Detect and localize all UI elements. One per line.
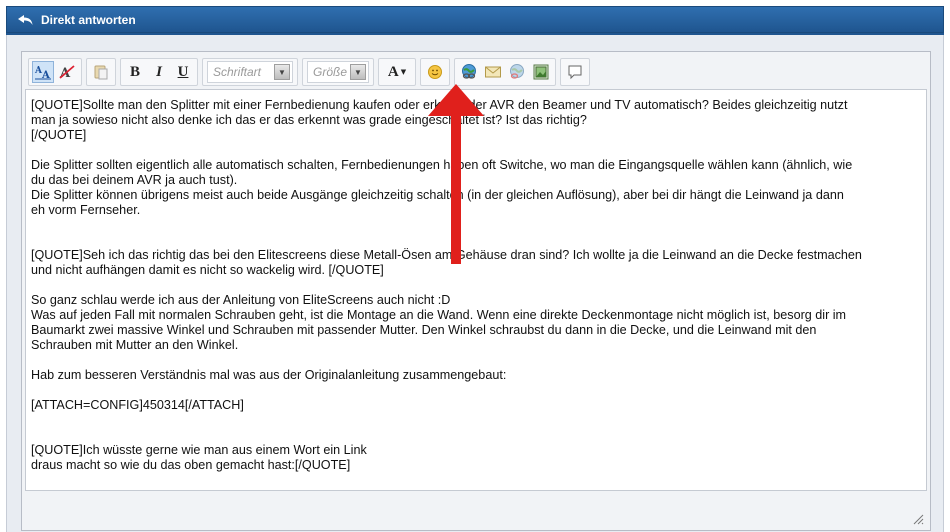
remove-format-icon: A	[59, 65, 75, 81]
italic-button[interactable]: I	[148, 61, 170, 83]
image-icon	[533, 64, 549, 80]
quote-group	[560, 58, 590, 86]
font-family-value: Schriftart	[213, 65, 262, 79]
insert-image-button[interactable]	[530, 61, 552, 83]
message-line: und nicht aufhängen damit es nicht so wa…	[31, 263, 384, 277]
font-color-label: A	[387, 63, 399, 80]
insert-quote-button[interactable]	[564, 61, 586, 83]
message-line	[31, 413, 922, 428]
wysiwyg-mode-button[interactable]: A A	[32, 61, 54, 83]
paste-button[interactable]	[90, 61, 112, 83]
chevron-down-icon: ▼	[400, 68, 407, 76]
font-group: Schriftart ▼	[202, 58, 298, 86]
message-line: Baumarkt zwei massive Winkel und Schraub…	[31, 323, 817, 337]
remove-format-button[interactable]: A	[56, 61, 78, 83]
reply-header: Direkt antworten	[6, 6, 944, 33]
header-title: Direkt antworten	[41, 12, 136, 27]
insert-email-button[interactable]	[482, 61, 504, 83]
font-size-select[interactable]: Größe ▼	[307, 61, 369, 83]
message-line	[31, 278, 922, 293]
clipboard-icon	[94, 65, 108, 80]
smilie-button[interactable]	[424, 61, 446, 83]
message-line	[31, 353, 922, 368]
reply-arrow-icon	[17, 13, 35, 27]
chevron-down-icon: ▼	[350, 64, 366, 80]
message-line	[31, 383, 922, 398]
wysiwyg-icon: A A	[34, 66, 51, 81]
text-style-group: B I U	[120, 58, 198, 86]
resize-handle-icon[interactable]	[912, 512, 924, 525]
editor-toolbar: A A A	[28, 57, 594, 87]
message-line	[31, 428, 922, 443]
message-line: Was auf jeden Fall mit normalen Schraube…	[31, 308, 847, 322]
font-color-button[interactable]: A ▼	[382, 61, 412, 83]
bold-button[interactable]: B	[124, 61, 146, 83]
speech-bubble-icon	[568, 65, 582, 80]
size-group: Größe ▼	[302, 58, 374, 86]
smiley-icon	[428, 65, 442, 79]
font-size-value: Größe	[313, 65, 348, 79]
chevron-down-icon: ▼	[274, 64, 290, 80]
annotation-arrow-icon	[428, 84, 484, 264]
bold-icon: B	[129, 63, 140, 80]
message-line: Hab zum besseren Verständnis mal was aus…	[31, 368, 507, 382]
message-line: Schrauben mit Mutter an den Winkel.	[31, 338, 239, 352]
color-group: A ▼	[378, 58, 416, 86]
globe-link-icon	[462, 64, 476, 79]
message-line: [ATTACH=CONFIG]450314[/ATTACH]	[31, 398, 244, 412]
font-family-select[interactable]: Schriftart ▼	[207, 61, 293, 83]
remove-link-button[interactable]	[506, 61, 528, 83]
mode-group: A A A	[28, 58, 82, 86]
envelope-icon	[485, 66, 501, 78]
underline-button[interactable]: U	[172, 61, 194, 83]
message-line: [QUOTE]Ich wüsste gerne wie man aus eine…	[31, 443, 367, 457]
italic-icon: I	[156, 63, 162, 80]
insert-link-button[interactable]	[458, 61, 480, 83]
message-line: draus macht so wie du das oben gemacht h…	[31, 458, 351, 472]
message-line: So ganz schlau werde ich aus der Anleitu…	[31, 293, 451, 307]
clipboard-group	[86, 58, 116, 86]
underline-icon: U	[177, 63, 189, 80]
unlink-globe-icon	[510, 64, 524, 79]
